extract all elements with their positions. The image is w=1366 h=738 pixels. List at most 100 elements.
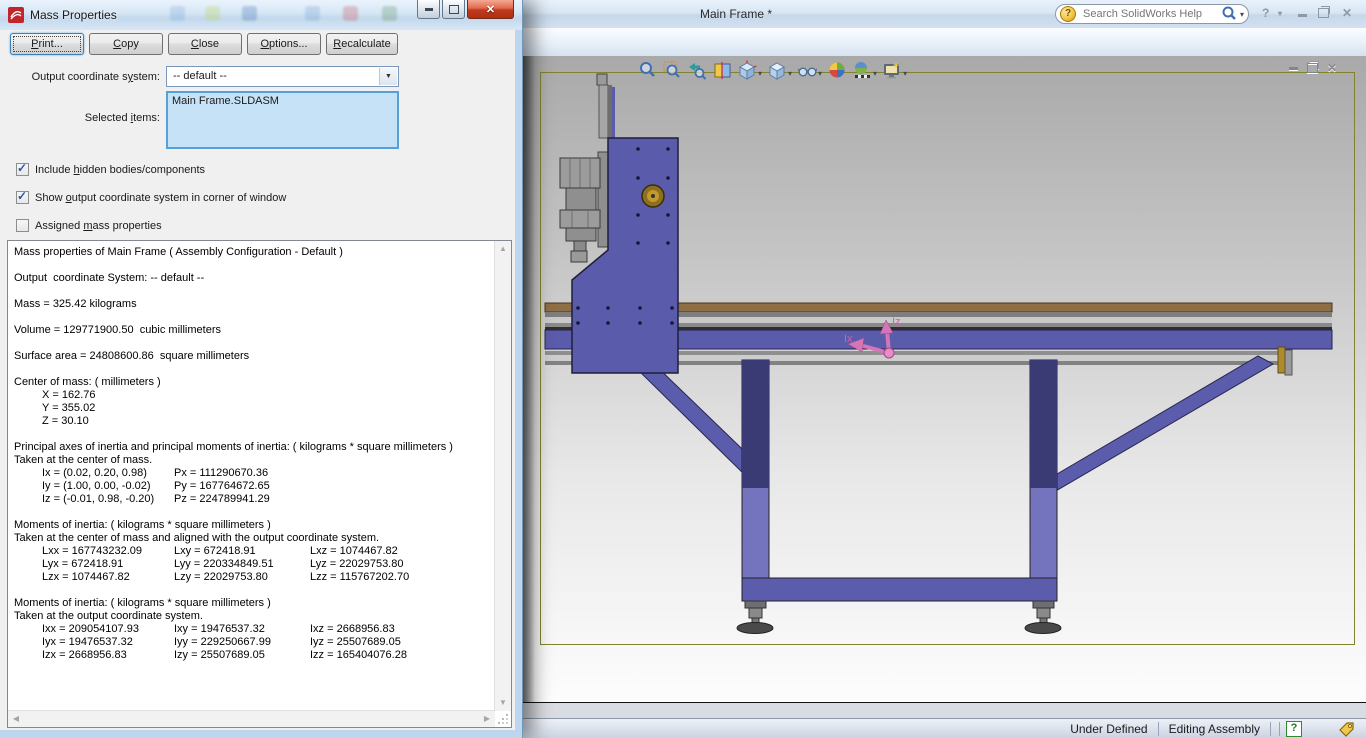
dialog-shadow xyxy=(523,56,535,703)
view-settings-dropdown-icon[interactable]: ▾ xyxy=(903,69,907,78)
help-menu-icon[interactable]: ? xyxy=(1262,6,1269,20)
copy-button[interactable]: Copy xyxy=(89,33,163,55)
triad-x-label: Ix xyxy=(844,333,853,345)
mass-properties-dialog: Mass Properties ✕ Print... Copy Close Op… xyxy=(0,0,523,738)
search-input[interactable] xyxy=(1081,7,1220,21)
status-separator xyxy=(1279,722,1280,736)
ghost-toolbar-icon xyxy=(242,6,257,21)
document-window-controls: ✕ xyxy=(1289,61,1337,75)
mdi-bottom-strip xyxy=(523,703,1366,719)
help-dropdown-icon[interactable]: ▾ xyxy=(1278,9,1282,18)
report-line: X = 162.76 xyxy=(14,389,493,402)
tag-icon[interactable] xyxy=(1338,721,1356,737)
scroll-up-icon[interactable]: ▲ xyxy=(495,241,511,257)
report-line: Z = 30.10 xyxy=(14,415,493,428)
report-line xyxy=(14,337,493,350)
frame-legs xyxy=(737,360,1061,634)
resize-grip[interactable] xyxy=(498,714,508,724)
report-line: Surface area = 24808600.86 square millim… xyxy=(14,350,493,363)
frame-braces xyxy=(636,356,1273,492)
display-style-dropdown-icon[interactable]: ▾ xyxy=(788,69,792,78)
view-settings-icon[interactable] xyxy=(880,58,904,82)
zoom-to-area-icon[interactable] xyxy=(660,58,684,82)
assembly-model[interactable]: Ix Iz xyxy=(540,72,1355,645)
restore-window-icon[interactable] xyxy=(1318,8,1329,18)
report-line: Iz = (-0.01, 0.98, -0.20)Pz = 224789941.… xyxy=(14,493,493,506)
graphics-area[interactable]: Ix Iz ▾ ▾ ▾ ▾ ▾ ✕ xyxy=(523,56,1366,703)
apply-scene-dropdown-icon[interactable]: ▾ xyxy=(873,69,877,78)
quick-tips-icon[interactable]: ? xyxy=(1286,721,1302,737)
z-axis-column xyxy=(560,74,678,373)
ghost-toolbar-icon xyxy=(382,6,397,21)
edit-appearance-icon[interactable] xyxy=(825,58,849,82)
report-line: Taken at the output coordinate system. xyxy=(14,610,493,623)
report-line: Ixx = 209054107.93Ixy = 19476537.32Ixz =… xyxy=(14,623,493,636)
close-window-icon[interactable]: ✕ xyxy=(1342,6,1352,20)
report-line: Mass properties of Main Frame ( Assembly… xyxy=(14,246,493,259)
vertical-scrollbar[interactable]: ▲ ▼ xyxy=(494,241,511,711)
show-output-cs-checkbox[interactable]: ✓ Show output coordinate system in corne… xyxy=(16,191,286,204)
dialog-window-controls: ✕ xyxy=(417,0,514,19)
dropdown-arrow-icon[interactable]: ▼ xyxy=(379,68,397,85)
report-line: Y = 355.02 xyxy=(14,402,493,415)
doc-restore-icon[interactable] xyxy=(1307,63,1318,73)
apply-scene-icon[interactable] xyxy=(850,58,874,82)
doc-close-icon[interactable]: ✕ xyxy=(1327,61,1337,75)
help-search-box[interactable]: ? ▾ xyxy=(1055,4,1249,24)
checkbox-label: Show output coordinate system in corner … xyxy=(35,192,286,204)
search-magnifier-icon[interactable] xyxy=(1220,5,1238,23)
selected-item: Main Frame.SLDASM xyxy=(172,95,279,107)
selected-items-box[interactable]: Main Frame.SLDASM xyxy=(166,91,399,149)
scroll-left-icon[interactable]: ◀ xyxy=(8,711,24,727)
triad-z-label: Iz xyxy=(892,316,901,328)
display-style-icon[interactable] xyxy=(765,58,789,82)
checkbox-label: Include hidden bodies/components xyxy=(35,164,205,176)
horizontal-scrollbar[interactable]: ◀ ▶ xyxy=(8,710,495,727)
report-line: Taken at the center of mass. xyxy=(14,454,493,467)
report-line: Volume = 129771900.50 cubic millimeters xyxy=(14,324,493,337)
output-cs-dropdown[interactable]: -- default -- ▼ xyxy=(166,66,399,87)
dialog-minimize-button[interactable] xyxy=(417,0,440,19)
recalculate-button[interactable]: Recalculate xyxy=(326,33,398,55)
report-line: Iyx = 19476537.32Iyy = 229250667.99Iyz =… xyxy=(14,636,493,649)
dialog-titlebar[interactable]: Mass Properties ✕ xyxy=(0,0,523,30)
view-orientation-dropdown-icon[interactable]: ▾ xyxy=(758,69,762,78)
search-scope-dropdown-icon[interactable]: ▾ xyxy=(1240,10,1244,19)
report-line: Moments of inertia: ( kilograms * square… xyxy=(14,519,493,532)
previous-view-icon[interactable] xyxy=(685,58,709,82)
selected-items-label: Selected items: xyxy=(10,112,160,124)
report-line xyxy=(14,285,493,298)
scroll-right-icon[interactable]: ▶ xyxy=(479,711,495,727)
solidworks-logo-icon xyxy=(8,7,24,23)
zoom-to-fit-icon[interactable] xyxy=(635,58,659,82)
hide-show-items-icon[interactable] xyxy=(795,58,819,82)
dialog-maximize-button[interactable] xyxy=(442,0,465,19)
report-line xyxy=(14,311,493,324)
report-line xyxy=(14,259,493,272)
view-orientation-icon[interactable] xyxy=(735,58,759,82)
hide-show-items-dropdown-icon[interactable]: ▾ xyxy=(818,69,822,78)
mass-report: Mass properties of Main Frame ( Assembly… xyxy=(14,246,493,709)
print-button[interactable]: Print... xyxy=(10,33,84,55)
dialog-close-button[interactable]: ✕ xyxy=(467,0,514,19)
report-line: Iy = (1.00, 0.00, -0.02)Py = 167764672.6… xyxy=(14,480,493,493)
bearing-hub xyxy=(642,185,664,207)
close-button[interactable]: Close xyxy=(168,33,242,55)
headsup-view-toolbar: ▾ ▾ ▾ ▾ ▾ xyxy=(635,57,909,83)
checkbox-box: ✓ xyxy=(16,163,29,176)
report-line: Moments of inertia: ( kilograms * square… xyxy=(14,597,493,610)
solidworks-application: Main Frame * ? ▾ ? ▾ ✕ xyxy=(0,0,1366,738)
include-hidden-checkbox[interactable]: ✓ Include hidden bodies/components xyxy=(16,163,205,176)
report-line: Ix = (0.02, 0.20, 0.98)Px = 111290670.36 xyxy=(14,467,493,480)
section-view-icon[interactable] xyxy=(710,58,734,82)
doc-minimize-icon[interactable] xyxy=(1289,67,1298,70)
minimize-window-icon[interactable] xyxy=(1298,14,1307,17)
report-line xyxy=(14,506,493,519)
checkbox-box: ✓ xyxy=(16,219,29,232)
options-button[interactable]: Options... xyxy=(247,33,321,55)
assigned-mass-checkbox[interactable]: ✓ Assigned mass properties xyxy=(16,219,162,232)
document-title: Main Frame * xyxy=(700,7,772,21)
mass-properties-report-area: Mass properties of Main Frame ( Assembly… xyxy=(7,240,512,728)
report-line xyxy=(14,584,493,597)
scroll-down-icon[interactable]: ▼ xyxy=(495,695,511,711)
